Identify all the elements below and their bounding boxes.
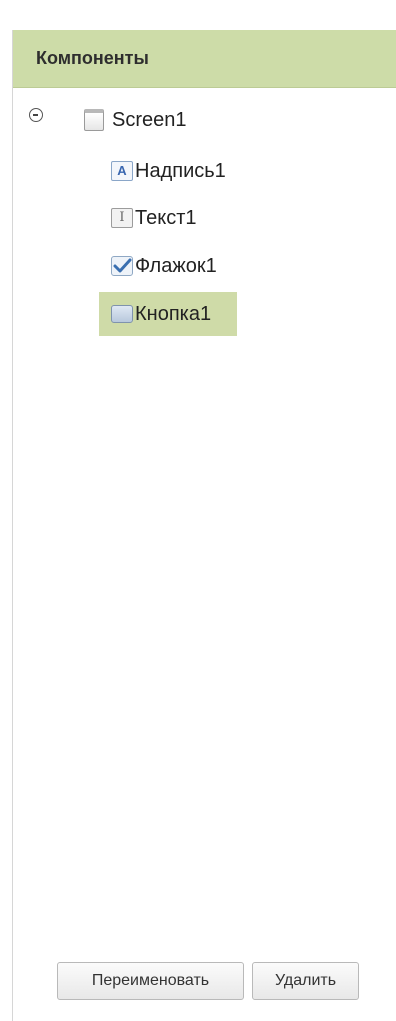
tree-item-label: Флажок1 bbox=[135, 254, 217, 277]
rename-button[interactable]: Переименовать bbox=[57, 962, 244, 1000]
delete-button[interactable]: Удалить bbox=[252, 962, 359, 1000]
tree-item-label1[interactable]: A Надпись1 bbox=[111, 153, 226, 189]
components-panel-header: Компоненты bbox=[13, 30, 396, 88]
button-icon bbox=[111, 305, 133, 323]
label-icon: A bbox=[111, 161, 133, 181]
tree-item-label: Надпись1 bbox=[135, 159, 226, 182]
screen-icon bbox=[84, 109, 104, 131]
tree-item-text1[interactable]: I Текст1 bbox=[111, 200, 196, 236]
tree-item-button1[interactable]: Кнопка1 bbox=[99, 292, 237, 336]
textbox-icon: I bbox=[111, 208, 133, 228]
tree-item-screen1[interactable]: Screen1 bbox=[84, 102, 187, 138]
tree-item-checkbox1[interactable]: Флажок1 bbox=[111, 248, 217, 284]
tree-item-label: Текст1 bbox=[135, 206, 197, 229]
collapse-icon[interactable] bbox=[29, 108, 43, 122]
checkbox-icon bbox=[111, 256, 133, 276]
panel-title: Компоненты bbox=[36, 48, 149, 68]
tree-item-label: Screen1 bbox=[112, 108, 187, 131]
tree-item-label: Кнопка1 bbox=[135, 302, 212, 325]
